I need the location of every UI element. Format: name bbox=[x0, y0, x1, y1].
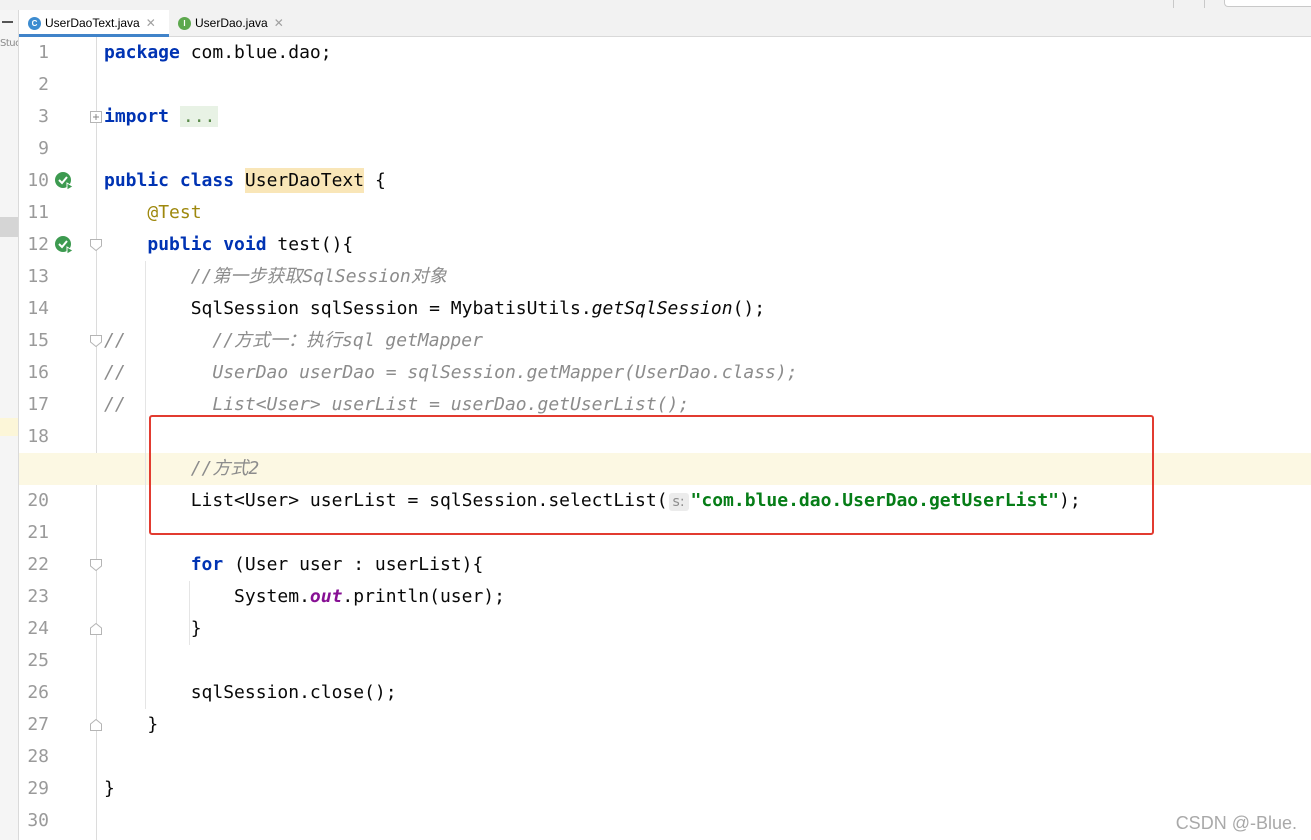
collapse-icon[interactable] bbox=[2, 21, 13, 23]
toolbar-separator bbox=[1173, 0, 1174, 8]
code-line-23[interactable]: System.out.println(user); bbox=[104, 581, 505, 613]
method-name: getSqlSession bbox=[591, 298, 733, 319]
line-number: 1 bbox=[38, 42, 49, 63]
line-number: 20 bbox=[27, 490, 49, 511]
code-line-10[interactable]: public class UserDaoText { bbox=[104, 165, 386, 197]
keyword: package bbox=[104, 42, 180, 63]
line-number: 28 bbox=[27, 746, 49, 767]
line-number: 10 bbox=[27, 170, 49, 191]
code-line-16[interactable]: // UserDao userDao = sqlSession.getMappe… bbox=[104, 357, 798, 389]
comment: // //方式一：执行sql getMapper bbox=[104, 330, 483, 351]
code-line-24[interactable]: } bbox=[104, 613, 202, 645]
line-number: 16 bbox=[27, 362, 49, 383]
code-text: } bbox=[104, 778, 115, 799]
project-panel[interactable]: Stuc bbox=[0, 10, 19, 840]
code-line-29[interactable]: } bbox=[104, 773, 115, 805]
code-line-27[interactable]: } bbox=[104, 709, 158, 741]
project-tree-selected-row[interactable] bbox=[0, 217, 18, 237]
tab-userdao[interactable]: I UserDao.java ✕ bbox=[169, 10, 299, 36]
code-text: SqlSession sqlSession = MybatisUtils. bbox=[190, 298, 592, 319]
class-name: UserDaoText bbox=[244, 168, 365, 193]
code-text: } bbox=[190, 618, 202, 639]
line-number: 22 bbox=[27, 554, 49, 575]
run-test-icon[interactable] bbox=[54, 235, 74, 255]
comment: // UserDao userDao = sqlSession.getMappe… bbox=[104, 362, 798, 383]
line-number: 26 bbox=[27, 682, 49, 703]
project-tree-label: Stuc bbox=[0, 38, 18, 49]
line-number: 25 bbox=[27, 650, 49, 671]
line-number: 24 bbox=[27, 618, 49, 639]
code-line-11[interactable]: @Test bbox=[104, 197, 202, 229]
line-number: 2 bbox=[38, 74, 49, 95]
code-text: (User user : userList){ bbox=[223, 554, 484, 575]
project-tree-highlight-row bbox=[0, 418, 18, 436]
editor-tab-bar: C UserDaoText.java ✕ I UserDao.java ✕ bbox=[19, 10, 1311, 37]
code-text: sqlSession.close(); bbox=[190, 682, 397, 703]
line-number: 13 bbox=[27, 266, 49, 287]
code-line-15[interactable]: // //方式一：执行sql getMapper bbox=[104, 325, 483, 357]
code-text: com.blue.dao; bbox=[179, 42, 332, 63]
folded-imports[interactable]: ... bbox=[179, 106, 219, 127]
run-test-icon[interactable] bbox=[54, 171, 74, 191]
keyword: import bbox=[104, 106, 170, 127]
code-text: System. bbox=[234, 586, 310, 607]
code-line-26[interactable]: sqlSession.close(); bbox=[104, 677, 397, 709]
class-icon: C bbox=[28, 16, 41, 30]
line-number: 17 bbox=[27, 394, 49, 415]
line-number: 29 bbox=[27, 778, 49, 799]
editor-gutter[interactable]: 1 2 3 9 10 11 12 13 14 15 16 17 18 19 20… bbox=[19, 37, 123, 840]
tab-label: UserDao.java bbox=[195, 16, 268, 30]
line-number: 11 bbox=[27, 202, 49, 223]
code-text: { bbox=[364, 170, 386, 191]
comment: //第一步获取SqlSession对象 bbox=[190, 266, 447, 287]
keyword: for bbox=[190, 554, 224, 575]
code-text: .println(user); bbox=[342, 586, 505, 607]
code-text: } bbox=[147, 714, 159, 735]
highlight-annotation-box bbox=[149, 415, 1154, 535]
close-icon[interactable]: ✕ bbox=[274, 16, 284, 30]
line-number: 3 bbox=[38, 106, 49, 127]
code-line-1[interactable]: package com.blue.dao; bbox=[104, 37, 332, 69]
comment: // List<User> userList = userDao.getUser… bbox=[104, 394, 690, 415]
code-line-13[interactable]: //第一步获取SqlSession对象 bbox=[104, 261, 447, 293]
close-icon[interactable]: ✕ bbox=[146, 16, 156, 30]
line-number: 15 bbox=[27, 330, 49, 351]
line-number: 23 bbox=[27, 586, 49, 607]
code-line-22[interactable]: for (User user : userList){ bbox=[104, 549, 484, 581]
line-number: 12 bbox=[27, 234, 49, 255]
code-line-14[interactable]: SqlSession sqlSession = MybatisUtils.get… bbox=[104, 293, 765, 325]
line-number: 30 bbox=[27, 810, 49, 831]
code-text: test(){ bbox=[266, 234, 354, 255]
code-line-12[interactable]: public void test(){ bbox=[104, 229, 353, 261]
toolbar-separator bbox=[1204, 0, 1205, 8]
line-number: 14 bbox=[27, 298, 49, 319]
static-field: out bbox=[309, 586, 343, 607]
search-field[interactable] bbox=[1224, 0, 1311, 7]
interface-icon: I bbox=[178, 16, 191, 30]
tab-userdaotext[interactable]: C UserDaoText.java ✕ bbox=[19, 10, 169, 37]
line-number: 21 bbox=[27, 522, 49, 543]
watermark: CSDN @-Blue. bbox=[1175, 813, 1297, 833]
code-text: (); bbox=[732, 298, 766, 319]
code-line-3[interactable]: import ... bbox=[104, 101, 219, 133]
tab-label: UserDaoText.java bbox=[45, 16, 140, 30]
annotation: @Test bbox=[147, 202, 202, 223]
line-number: 9 bbox=[38, 138, 49, 159]
keyword: public class bbox=[104, 170, 235, 191]
keyword: public void bbox=[147, 234, 267, 255]
line-number: 18 bbox=[27, 426, 49, 447]
line-number: 27 bbox=[27, 714, 49, 735]
